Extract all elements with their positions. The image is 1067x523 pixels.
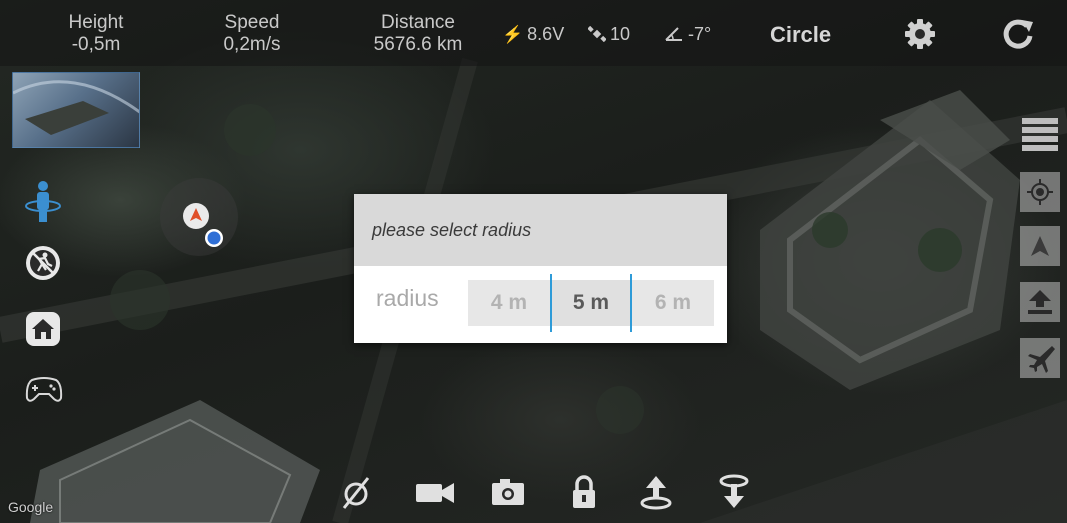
land-button[interactable] bbox=[712, 470, 756, 514]
crosshair-icon bbox=[1027, 179, 1053, 205]
flight-button[interactable] bbox=[1020, 338, 1060, 378]
video-button[interactable] bbox=[412, 470, 456, 514]
home-button[interactable] bbox=[24, 310, 62, 348]
gamepad-icon bbox=[25, 377, 63, 402]
height-value: -0,5m bbox=[71, 34, 121, 55]
gimbal-slash-icon bbox=[342, 477, 370, 509]
gimbal-button[interactable] bbox=[334, 470, 378, 514]
lock-button[interactable] bbox=[562, 470, 606, 514]
google-attribution: Google bbox=[8, 499, 54, 515]
height-label: Height bbox=[68, 12, 124, 33]
home-icon bbox=[26, 312, 60, 346]
land-icon bbox=[719, 474, 749, 508]
navigation-arrow-icon bbox=[1031, 236, 1049, 256]
navigate-button[interactable] bbox=[1020, 226, 1060, 266]
follow-me-button[interactable] bbox=[24, 180, 62, 222]
radius-dialog: please select radius radius 4 m 5 m 6 m bbox=[354, 194, 727, 343]
speed-label: Speed bbox=[224, 12, 280, 33]
upload-button[interactable] bbox=[1020, 282, 1060, 322]
radius-option-5m[interactable]: 5 m bbox=[552, 280, 630, 326]
airplane-icon bbox=[1028, 346, 1055, 373]
photo-button[interactable] bbox=[486, 470, 530, 514]
no-fly-button[interactable] bbox=[24, 244, 62, 282]
distance-label: Distance bbox=[381, 12, 455, 33]
drone-position-marker bbox=[160, 178, 238, 256]
refresh-icon[interactable] bbox=[1000, 16, 1036, 52]
takeoff-button[interactable] bbox=[634, 470, 678, 514]
gamepad-button[interactable] bbox=[24, 372, 63, 410]
tilt-value: -7° bbox=[688, 24, 712, 44]
satellite-count: 10 bbox=[610, 24, 631, 44]
radius-label: radius bbox=[376, 285, 439, 311]
no-runner-icon bbox=[26, 246, 60, 280]
user-location-dot bbox=[207, 231, 221, 245]
flight-mode[interactable]: Circle bbox=[770, 22, 831, 48]
angle-icon bbox=[665, 27, 682, 41]
camera-preview-image bbox=[13, 80, 139, 135]
telemetry-bar: Height -0,5m Speed 0,2m/s Distance 5676.… bbox=[0, 0, 1067, 66]
video-camera-icon bbox=[416, 483, 454, 503]
satellite-readout: 10 bbox=[587, 24, 631, 45]
height-readout: Height -0,5m bbox=[58, 12, 134, 56]
voltage-value: 8.6V bbox=[527, 24, 565, 44]
dialog-body: radius 4 m 5 m 6 m bbox=[354, 266, 727, 343]
distance-readout: Distance 5676.6 km bbox=[360, 12, 476, 56]
satellite-icon bbox=[587, 25, 607, 43]
person-orbit-icon bbox=[25, 181, 61, 222]
dialog-title: please select radius bbox=[354, 194, 727, 266]
lightning-icon: ⚡ bbox=[502, 25, 524, 44]
speed-readout: Speed 0,2m/s bbox=[214, 12, 290, 56]
takeoff-icon bbox=[640, 476, 672, 510]
radius-option-6m[interactable]: 6 m bbox=[632, 280, 714, 326]
menu-button[interactable] bbox=[1020, 114, 1060, 154]
tilt-readout: -7° bbox=[664, 24, 711, 45]
gear-icon[interactable] bbox=[902, 16, 938, 52]
camera-preview-thumbnail[interactable] bbox=[12, 72, 140, 148]
distance-value: 5676.6 km bbox=[373, 34, 463, 55]
camera-icon bbox=[492, 479, 524, 505]
upload-icon bbox=[1028, 290, 1052, 314]
voltage-readout: ⚡ 8.6V bbox=[502, 24, 564, 45]
speed-value: 0,2m/s bbox=[223, 34, 281, 55]
radius-option-4m[interactable]: 4 m bbox=[468, 280, 550, 326]
list-icon bbox=[1022, 118, 1058, 151]
lock-icon bbox=[573, 475, 595, 508]
locate-button[interactable] bbox=[1020, 172, 1060, 212]
